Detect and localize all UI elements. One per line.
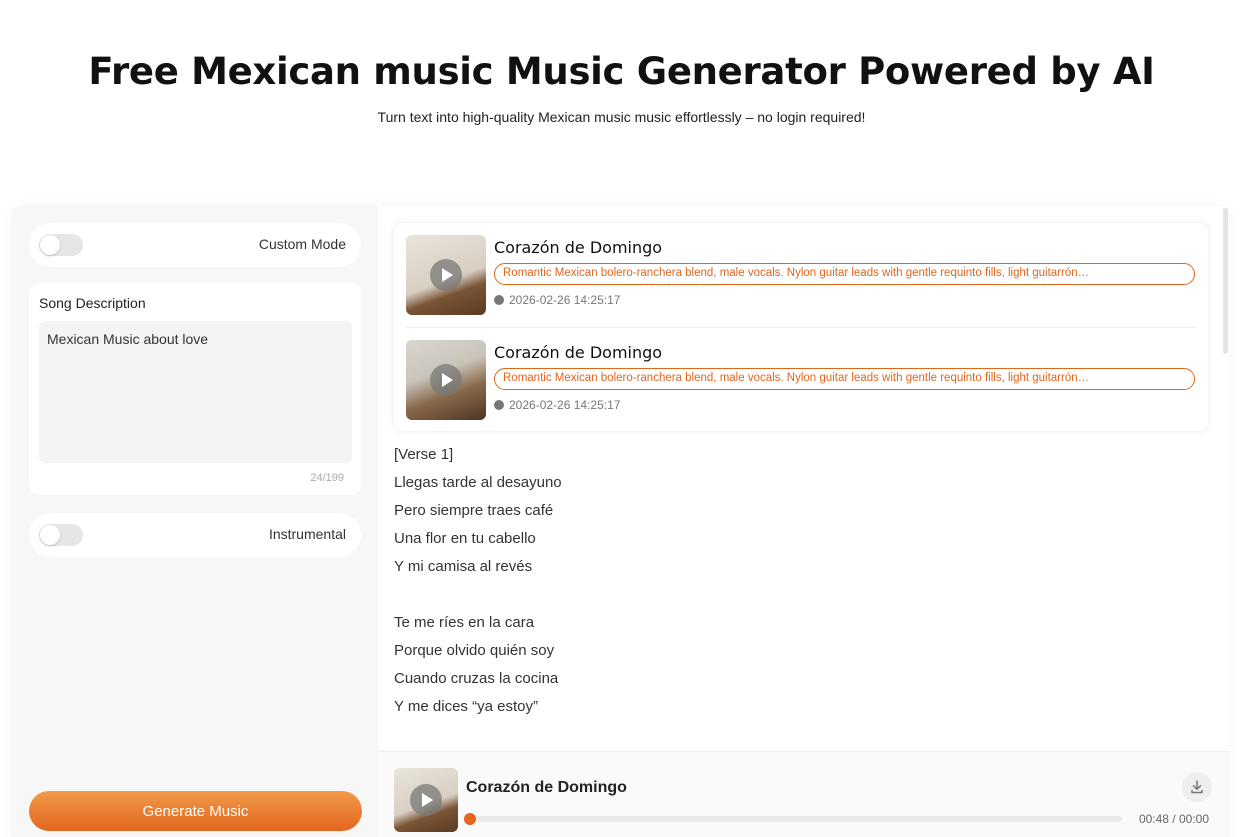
audio-player: Corazón de Domingo 00:48 / 00:00 <box>378 751 1229 837</box>
custom-mode-toggle[interactable] <box>39 234 83 256</box>
play-icon[interactable] <box>430 259 462 291</box>
lyric-line <box>394 581 562 609</box>
lyric-line: Una flor en tu cabello <box>394 530 536 547</box>
clock-icon <box>494 400 504 410</box>
lyric-line: [Verse 1] <box>394 446 454 463</box>
page-title: Free Mexican music Music Generator Power… <box>88 50 1155 93</box>
song-style-tag: Romantic Mexican bolero-ranchera blend, … <box>494 368 1195 390</box>
list-item[interactable]: Corazón de Domingo Romantic Mexican bole… <box>406 235 1196 315</box>
song-date: 2026-02-26 14:25:17 <box>494 293 620 307</box>
player-time: 00:48 / 00:00 <box>1138 812 1209 826</box>
song-cover <box>406 235 486 315</box>
lyric-line: Pero siempre traes café <box>394 502 554 519</box>
song-description-card: Song Description Mexican Music about lov… <box>29 283 361 495</box>
instrumental-label: Instrumental <box>268 526 346 542</box>
toggle-knob <box>40 235 60 255</box>
lyrics: [Verse 1] Llegas tarde al desayuno Pero … <box>394 441 562 721</box>
page-subtitle: Turn text into high-quality Mexican musi… <box>377 109 866 125</box>
song-list: Corazón de Domingo Romantic Mexican bole… <box>394 223 1208 431</box>
instrumental-toggle[interactable] <box>39 524 83 546</box>
progress-track[interactable] <box>466 816 1122 822</box>
lyric-line: Llegas tarde al desayuno <box>394 474 562 491</box>
lyric-line: Porque olvido quién soy <box>394 642 555 659</box>
song-description-input[interactable]: Mexican Music about love <box>39 321 352 463</box>
progress-handle[interactable] <box>464 813 476 825</box>
instrumental-row: Instrumental <box>29 513 361 557</box>
song-style-tag: Romantic Mexican bolero-ranchera blend, … <box>494 263 1195 285</box>
song-title: Corazón de Domingo <box>494 343 663 362</box>
play-icon[interactable] <box>430 364 462 396</box>
custom-mode-label: Custom Mode <box>258 236 346 252</box>
lyric-line: Cuando cruzas la cocina <box>394 670 559 687</box>
divider <box>406 327 1196 328</box>
song-date-text: 2026-02-26 14:25:17 <box>509 398 621 412</box>
custom-mode-row: Custom Mode <box>29 223 361 267</box>
download-icon[interactable] <box>1182 772 1212 802</box>
song-date: 2026-02-26 14:25:17 <box>494 398 620 412</box>
song-date-text: 2026-02-26 14:25:17 <box>509 293 621 307</box>
song-title: Corazón de Domingo <box>494 238 663 257</box>
toggle-knob <box>40 525 60 545</box>
list-item[interactable]: Corazón de Domingo Romantic Mexican bole… <box>406 340 1196 420</box>
page: Free Mexican music Music Generator Power… <box>0 0 1253 837</box>
song-cover <box>406 340 486 420</box>
player-cover <box>394 768 458 832</box>
character-count: 24/199 <box>310 472 344 484</box>
lyric-line: Y me dices “ya estoy” <box>394 698 538 715</box>
lyric-line: Te me ríes en la cara <box>394 614 535 631</box>
generate-music-button[interactable]: Generate Music <box>29 791 362 831</box>
play-icon[interactable] <box>410 784 442 816</box>
scrollbar[interactable] <box>1223 208 1228 354</box>
clock-icon <box>494 295 504 305</box>
song-description-title: Song Description <box>39 295 146 311</box>
results-area: Corazón de Domingo Romantic Mexican bole… <box>378 206 1229 751</box>
player-title: Corazón de Domingo <box>466 779 627 796</box>
lyric-line: Y mi camisa al revés <box>394 558 533 575</box>
